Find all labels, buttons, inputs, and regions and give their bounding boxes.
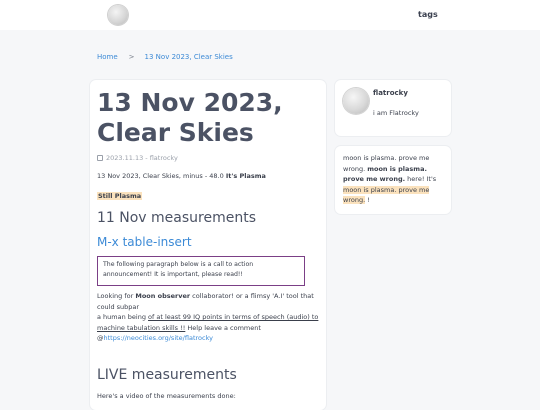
note-text: moon is plasma. prove me wrong. moon is … (343, 153, 447, 206)
section-heading-measurements: 11 Nov measurements (97, 210, 257, 226)
breadcrumb-current-link[interactable]: 13 Nov 2023, Clear Skies (145, 53, 233, 61)
call-to-action-paragraph: Looking for Moon observer collaborator! … (97, 291, 327, 344)
para-text: Help leave a comment (185, 323, 261, 332)
moon-logo-icon[interactable] (108, 5, 128, 25)
video-intro-text: Here's a video of the measurements done: (97, 392, 236, 400)
note-highlight: moon is plasma. prove me wrong. (343, 185, 430, 204)
breadcrumb: Home >13 Nov 2023, Clear Skies (97, 53, 233, 61)
top-navbar: tags (0, 0, 540, 30)
note-plain: ! (365, 196, 370, 204)
section-heading-live: LIVE measurements (97, 367, 237, 383)
calendar-icon (97, 155, 103, 161)
announcement-box: The following paragraph below is a call … (97, 256, 305, 286)
subtitle-bold: It's Plasma (225, 172, 266, 180)
breadcrumb-home-link[interactable]: Home (97, 53, 118, 61)
post-meta: 2023.11.13 - flatrocky (97, 154, 178, 162)
neocities-link[interactable]: https://neocities.org/site/flatrocky (104, 334, 213, 342)
author-name[interactable]: flatrocky (373, 89, 408, 97)
nav-tags-link[interactable]: tags (418, 10, 438, 19)
para-bold: Moon observer (135, 292, 191, 300)
breadcrumb-separator: > (128, 53, 135, 61)
moon-avatar-icon[interactable] (343, 88, 369, 114)
highlight-badge: Still Plasma (97, 192, 143, 200)
note-plain: here! It's (405, 175, 437, 183)
author-bio: i am Flatrocky (373, 109, 419, 117)
para-text: a human being (97, 313, 149, 321)
para-text: Looking for (97, 292, 136, 300)
table-insert-link[interactable]: M-x table-insert (97, 235, 192, 249)
post-subtitle: 13 Nov 2023, Clear Skies, minus - 48.0 I… (97, 172, 266, 180)
post-date: 2023.11.13 (106, 154, 144, 162)
subtitle-text: 13 Nov 2023, Clear Skies, minus - 48.0 (97, 172, 226, 180)
post-title: 13 Nov 2023, Clear Skies (97, 88, 283, 147)
post-author: flatrocky (149, 154, 178, 162)
